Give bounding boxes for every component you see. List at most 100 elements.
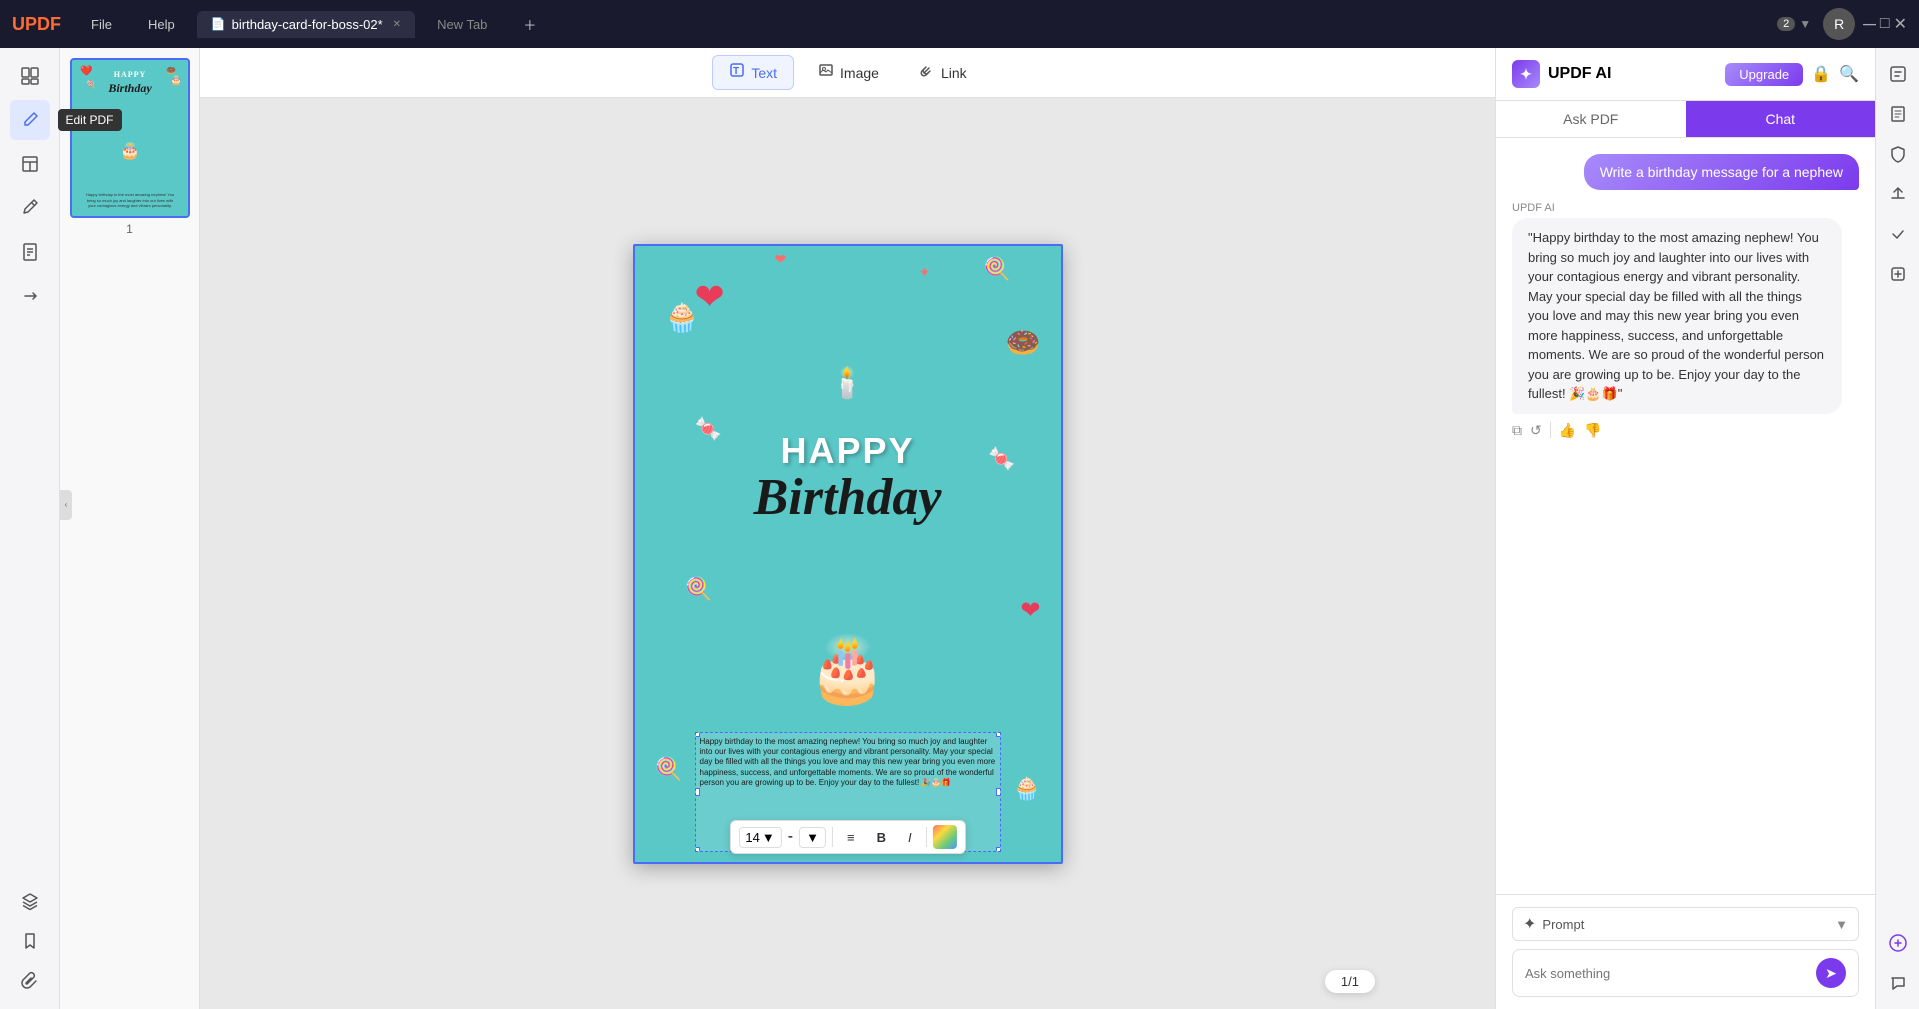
copy-response-btn[interactable]: ⧉ <box>1512 422 1522 439</box>
deco-small-heart: ❤ <box>775 251 787 268</box>
thumb-happy-text: HAPPY <box>114 70 147 79</box>
deco-heart-right: ❤ <box>1020 596 1040 625</box>
resize-handle-ml[interactable] <box>695 788 700 796</box>
ai-logo: ✦ UPDF AI <box>1512 60 1611 88</box>
resize-handle-tl[interactable] <box>695 732 700 737</box>
ai-input-area: ✦ Prompt ▼ ➤ <box>1496 894 1875 1009</box>
minimize-btn[interactable]: ─ <box>1863 14 1876 35</box>
pdf-page[interactable]: ❤ 🍭 ❤ ✦ 🧁 🍩 🍬 🍬 🕯️ HAPPY Birthday 🍭 ❤ 🎂 <box>633 244 1063 864</box>
ai-send-btn[interactable]: ➤ <box>1816 958 1846 988</box>
ai-response-bubble: "Happy birthday to the most amazing neph… <box>1512 218 1842 414</box>
right-edge-check[interactable] <box>1880 216 1916 252</box>
thumbnail-page-num: 1 <box>70 222 189 236</box>
window-controls: 2 ▼ R ─ □ ✕ <box>1777 8 1907 40</box>
right-edge-chat-ext[interactable] <box>1880 965 1916 1001</box>
tab-name: birthday-card-for-boss-02* <box>232 17 383 32</box>
text-tool-btn[interactable]: T Text <box>712 55 794 90</box>
app-logo: UPDF <box>12 14 61 35</box>
sidebar-item-layers[interactable] <box>10 881 50 921</box>
sidebar-collapse-arrow[interactable]: ‹ <box>60 490 72 520</box>
sidebar-item-edit[interactable]: Edit PDF <box>10 100 50 140</box>
tab-close-btn[interactable]: ✕ <box>393 19 401 30</box>
right-edge-ai-ext[interactable] <box>1880 925 1916 961</box>
resize-handle-bl[interactable] <box>695 847 700 852</box>
page-counter: 1/1 <box>1325 970 1375 993</box>
link-tool-label: Link <box>941 65 967 81</box>
add-tab-btn[interactable]: ＋ <box>509 11 550 38</box>
pdf-viewer[interactable]: ❤ 🍭 ❤ ✦ 🧁 🍩 🍬 🍬 🕯️ HAPPY Birthday 🍭 ❤ 🎂 <box>200 98 1495 1009</box>
sidebar-item-extract[interactable] <box>10 232 50 272</box>
active-tab[interactable]: 📄 birthday-card-for-boss-02* ✕ <box>197 11 415 38</box>
deco-candy-left: 🍬 <box>695 416 722 442</box>
font-size-value: 14 <box>745 830 759 845</box>
prompt-selector-icon: ✦ <box>1523 914 1536 934</box>
thumbnail-panel: ❤️ 🍩 🍭 🎂 HAPPY Birthday 🎂 Happy birthday… <box>60 48 200 1009</box>
lock-icon-btn[interactable]: 🔒 <box>1811 64 1831 84</box>
font-size-select[interactable]: 14 ▼ <box>738 827 781 848</box>
resize-handle-br[interactable] <box>996 847 1001 852</box>
ai-chat-input[interactable] <box>1525 966 1808 981</box>
deco-cupcake-br: 🧁 <box>1013 776 1040 802</box>
close-btn[interactable]: ✕ <box>1894 14 1907 34</box>
tab-chat[interactable]: Chat <box>1686 101 1876 137</box>
sidebar-item-convert[interactable] <box>10 276 50 316</box>
search-icon-btn[interactable]: 🔍 <box>1839 64 1859 84</box>
link-tool-icon <box>919 62 935 83</box>
italic-btn[interactable]: I <box>900 827 920 848</box>
tab-ask-pdf[interactable]: Ask PDF <box>1496 101 1686 137</box>
action-divider <box>1550 422 1551 438</box>
file-menu-btn[interactable]: File <box>77 13 126 36</box>
text-box-content: Happy birthday to the most amazing nephe… <box>696 733 1000 793</box>
resize-handle-tr[interactable] <box>996 732 1001 737</box>
chat-area[interactable]: Write a birthday message for a nephew UP… <box>1496 138 1875 894</box>
ai-logo-icon: ✦ <box>1512 60 1540 88</box>
right-edge-share[interactable] <box>1880 176 1916 212</box>
help-menu-btn[interactable]: Help <box>134 13 189 36</box>
resize-handle-mr[interactable] <box>996 788 1001 796</box>
ai-message-container: UPDF AI "Happy birthday to the most amaz… <box>1512 202 1859 439</box>
happy-birthday-header: HAPPY Birthday <box>754 430 942 524</box>
happy-text: HAPPY <box>754 430 942 472</box>
refresh-response-btn[interactable]: ↺ <box>1530 422 1542 439</box>
color-picker-btn[interactable] <box>933 825 957 849</box>
upgrade-btn[interactable]: Upgrade <box>1725 63 1803 86</box>
font-size-dropdown-icon: ▼ <box>762 830 775 845</box>
sidebar-bottom <box>10 881 50 1001</box>
sidebar-item-annotate[interactable] <box>10 188 50 228</box>
deco-candle: 🕯️ <box>829 366 866 401</box>
sidebar-item-organize[interactable] <box>10 56 50 96</box>
right-edge-pdf-export[interactable] <box>1880 96 1916 132</box>
right-edge-secure[interactable] <box>1880 136 1916 172</box>
thumbnail-page-1[interactable]: ❤️ 🍩 🍭 🎂 HAPPY Birthday 🎂 Happy birthday… <box>70 58 189 236</box>
align-btn[interactable]: ≡ <box>839 827 863 848</box>
prompt-selector[interactable]: ✦ Prompt ▼ <box>1512 907 1859 941</box>
user-avatar[interactable]: R <box>1823 8 1855 40</box>
bold-btn[interactable]: B <box>869 827 894 848</box>
image-tool-label: Image <box>840 65 879 81</box>
format-divider-2 <box>926 827 927 847</box>
edit-pdf-tooltip: Edit PDF <box>58 109 122 131</box>
font-dash-select[interactable]: ▼ <box>799 827 826 848</box>
ai-panel: ✦ UPDF AI Upgrade 🔒 🔍 Ask PDF Chat Write… <box>1495 48 1875 1009</box>
deco-cake: 🎂 <box>808 632 888 707</box>
deco-star: ✦ <box>919 264 931 281</box>
left-sidebar: Edit PDF <box>0 48 60 1009</box>
ai-title: UPDF AI <box>1548 65 1611 83</box>
deco-donut-right: 🍩 <box>1006 326 1041 359</box>
right-edge-convert[interactable] <box>1880 56 1916 92</box>
thumbs-up-btn[interactable]: 👍 <box>1559 422 1576 439</box>
maximize-btn[interactable]: □ <box>1880 15 1890 33</box>
sidebar-item-layout[interactable] <box>10 144 50 184</box>
sidebar-item-attachment[interactable] <box>10 961 50 1001</box>
sidebar-item-bookmark[interactable] <box>10 921 50 961</box>
new-tab-btn[interactable]: New Tab <box>423 13 501 36</box>
format-divider-1 <box>832 827 833 847</box>
content-area: T Text Image Link ❤ 🍭 <box>200 48 1495 1009</box>
svg-text:T: T <box>733 66 739 77</box>
link-tool-btn[interactable]: Link <box>903 56 983 89</box>
right-edge-more[interactable] <box>1880 256 1916 292</box>
thumbs-down-btn[interactable]: 👎 <box>1584 422 1601 439</box>
ai-sender-label: UPDF AI <box>1512 202 1859 214</box>
font-select-icon: ▼ <box>806 830 819 845</box>
image-tool-btn[interactable]: Image <box>802 56 895 89</box>
